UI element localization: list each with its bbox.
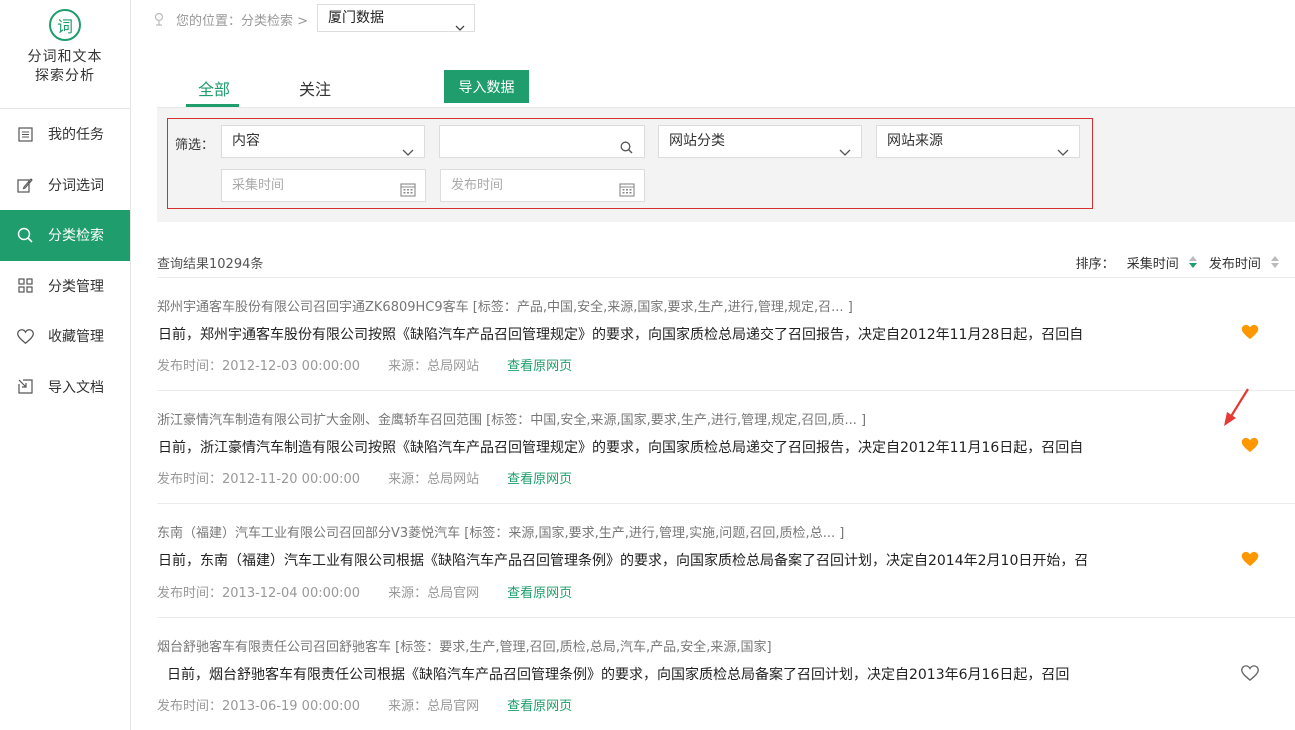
chevron-down-icon [1057,137,1069,168]
divider [157,617,1295,618]
result-title[interactable]: 东南（福建）汽车工业有限公司召回部分V3菱悦汽车 [标签：来源,国家,要求,生产… [157,522,844,541]
divider [157,503,1295,504]
app-logo: 词 分词和文本 探索分析 [0,0,130,109]
import-data-button[interactable]: 导入数据 [444,70,529,103]
favorite-heart-icon[interactable] [1241,437,1259,455]
result-summary: 日前，东南（福建）汽车工业有限公司根据《缺陷汽车产品召回管理条例》的要求，向国家… [158,553,1089,569]
result-title[interactable]: 浙江豪情汽车制造有限公司扩大金刚、金鹰轿车召回范围 [标签：中国,安全,来源,国… [157,409,866,428]
sort-arrows-icon [1188,256,1197,268]
sidebar-item-segment[interactable]: 分词选词 [0,160,130,211]
search-icon[interactable] [620,135,633,166]
collect-time-input[interactable]: 采集时间 [221,169,426,202]
site-source-select[interactable]: 网站来源 [876,125,1080,158]
favorite-heart-icon[interactable] [1241,324,1259,342]
sort-arrows-icon [1271,256,1279,268]
sidebar-item-import-docs[interactable]: 导入文档 [0,362,130,413]
filter-label: 筛选： [175,138,215,153]
sidebar-item-category-search[interactable]: 分类检索 [0,210,130,261]
import-icon [16,378,34,396]
sidebar-item-my-tasks[interactable]: 我的任务 [0,109,130,160]
top-bar: 您的位置：分类检索 > 厦门数据 [131,0,1295,36]
favorite-heart-icon[interactable] [1241,551,1259,569]
result-summary: 日前，郑州宇通客车股份有限公司按照《缺陷汽车产品召回管理规定》的要求，向国家质检… [158,327,1084,343]
breadcrumb: 您的位置：分类检索 > [176,14,309,29]
publish-time-input[interactable]: 发布时间 [440,169,645,202]
result-count: 查询结果10294条 [157,257,264,272]
tab-all[interactable]: 全部 [198,76,230,100]
view-original-link[interactable]: 查看原网页 [507,472,572,487]
view-original-link[interactable]: 查看原网页 [507,586,572,601]
result-summary: 日前，烟台舒驰客车有限责任公司根据《缺陷汽车产品召回管理条例》的要求，向国家质检… [167,667,1070,683]
favorite-heart-outline-icon[interactable] [1241,665,1259,683]
result-meta: 发布时间：2013-12-04 00:00:00 来源：总局官网 查看原网页 [157,586,573,601]
content-field-select[interactable]: 内容 [221,125,425,158]
logo-icon: 词 [49,9,81,41]
annotation-arrow-icon [1222,388,1250,432]
site-category-select[interactable]: 网站分类 [658,125,862,158]
location-icon [153,11,165,30]
calendar-icon [619,178,635,209]
search-icon [16,226,34,244]
result-meta: 发布时间：2012-12-03 00:00:00 来源：总局网站 查看原网页 [157,359,573,374]
keyword-search-input[interactable] [439,125,645,158]
database-select[interactable]: 厦门数据 [317,4,475,32]
edit-icon [16,176,34,194]
sort-controls: 排序： 采集时间 发布时间 [1070,253,1279,272]
sort-by-publish-time[interactable]: 发布时间 [1203,253,1279,272]
sort-by-collect-time[interactable]: 采集时间 [1121,253,1197,272]
result-title[interactable]: 烟台舒驰客车有限责任公司召回舒驰客车 [标签：要求,生产,管理,召回,质检,总局… [157,636,772,655]
calendar-icon [400,178,416,209]
heart-icon [16,327,34,345]
view-original-link[interactable]: 查看原网页 [507,359,572,374]
app-name: 分词和文本 探索分析 [27,49,103,84]
sidebar-item-favorites[interactable]: 收藏管理 [0,311,130,362]
sidebar-item-category-manage[interactable]: 分类管理 [0,261,130,312]
divider [157,390,1295,391]
result-meta: 发布时间：2012-11-20 00:00:00 来源：总局网站 查看原网页 [157,472,573,487]
grid-icon [16,277,34,295]
chevron-down-icon [839,137,851,168]
tab-follow[interactable]: 关注 [299,76,331,100]
view-original-link[interactable]: 查看原网页 [507,699,572,714]
result-title[interactable]: 郑州宇通客车股份有限公司召回宇通ZK6809HC9客车 [标签：产品,中国,安全… [157,296,853,315]
chevron-down-icon [402,137,414,168]
result-meta: 发布时间：2013-06-19 00:00:00 来源：总局官网 查看原网页 [157,699,573,714]
list-icon [16,125,34,143]
divider [157,277,1295,278]
result-summary: 日前，浙江豪情汽车制造有限公司按照《缺陷汽车产品召回管理规定》的要求，向国家质检… [158,440,1084,456]
chevron-down-icon [455,14,465,40]
sidebar: 词 分词和文本 探索分析 我的任务 分词选词 分类检索 分类管理 收藏管理 导入… [0,0,131,730]
